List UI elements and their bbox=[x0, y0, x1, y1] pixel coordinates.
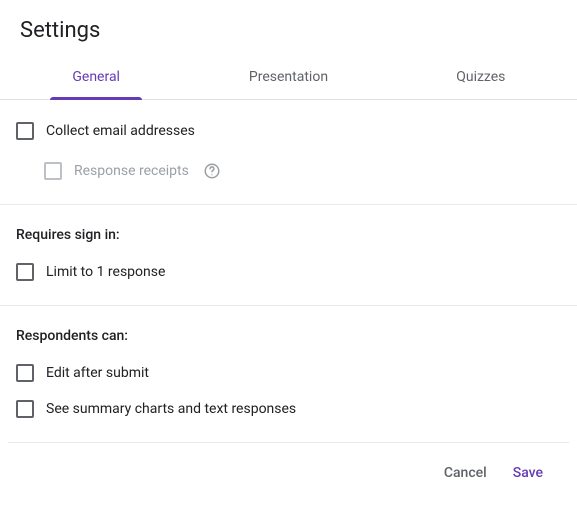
heading-signin: Requires sign in: bbox=[16, 227, 561, 243]
row-see-summary: See summary charts and text responses bbox=[16, 394, 561, 424]
cancel-button[interactable]: Cancel bbox=[440, 459, 491, 487]
label-see-summary: See summary charts and text responses bbox=[46, 401, 296, 417]
checkbox-edit-after-submit[interactable] bbox=[16, 364, 34, 382]
label-edit-after-submit: Edit after submit bbox=[46, 365, 149, 381]
row-response-receipts: Response receipts bbox=[16, 156, 561, 186]
section-email: Collect email addresses Response receipt… bbox=[0, 100, 577, 205]
label-response-receipts: Response receipts bbox=[74, 163, 189, 179]
help-icon[interactable] bbox=[203, 162, 221, 180]
dialog-title: Settings bbox=[0, 0, 577, 57]
tab-quizzes[interactable]: Quizzes bbox=[385, 57, 577, 99]
checkbox-collect-email[interactable] bbox=[16, 122, 34, 140]
row-edit-after-submit: Edit after submit bbox=[16, 358, 561, 388]
checkbox-response-receipts bbox=[44, 162, 62, 180]
tab-general[interactable]: General bbox=[0, 57, 192, 99]
save-button[interactable]: Save bbox=[509, 459, 547, 487]
checkbox-see-summary[interactable] bbox=[16, 400, 34, 418]
section-signin: Requires sign in: Limit to 1 response bbox=[0, 205, 577, 306]
heading-respondents: Respondents can: bbox=[16, 328, 561, 344]
tab-presentation[interactable]: Presentation bbox=[192, 57, 384, 99]
footer: Cancel Save bbox=[8, 442, 569, 499]
settings-content: Collect email addresses Response receipt… bbox=[0, 100, 577, 442]
checkbox-limit-response[interactable] bbox=[16, 263, 34, 281]
tabs: General Presentation Quizzes bbox=[0, 57, 577, 100]
row-limit-response: Limit to 1 response bbox=[16, 257, 561, 287]
section-respondents: Respondents can: Edit after submit See s… bbox=[0, 306, 577, 442]
label-limit-response: Limit to 1 response bbox=[46, 264, 165, 280]
label-collect-email: Collect email addresses bbox=[46, 123, 195, 139]
row-collect-email: Collect email addresses bbox=[16, 116, 561, 146]
